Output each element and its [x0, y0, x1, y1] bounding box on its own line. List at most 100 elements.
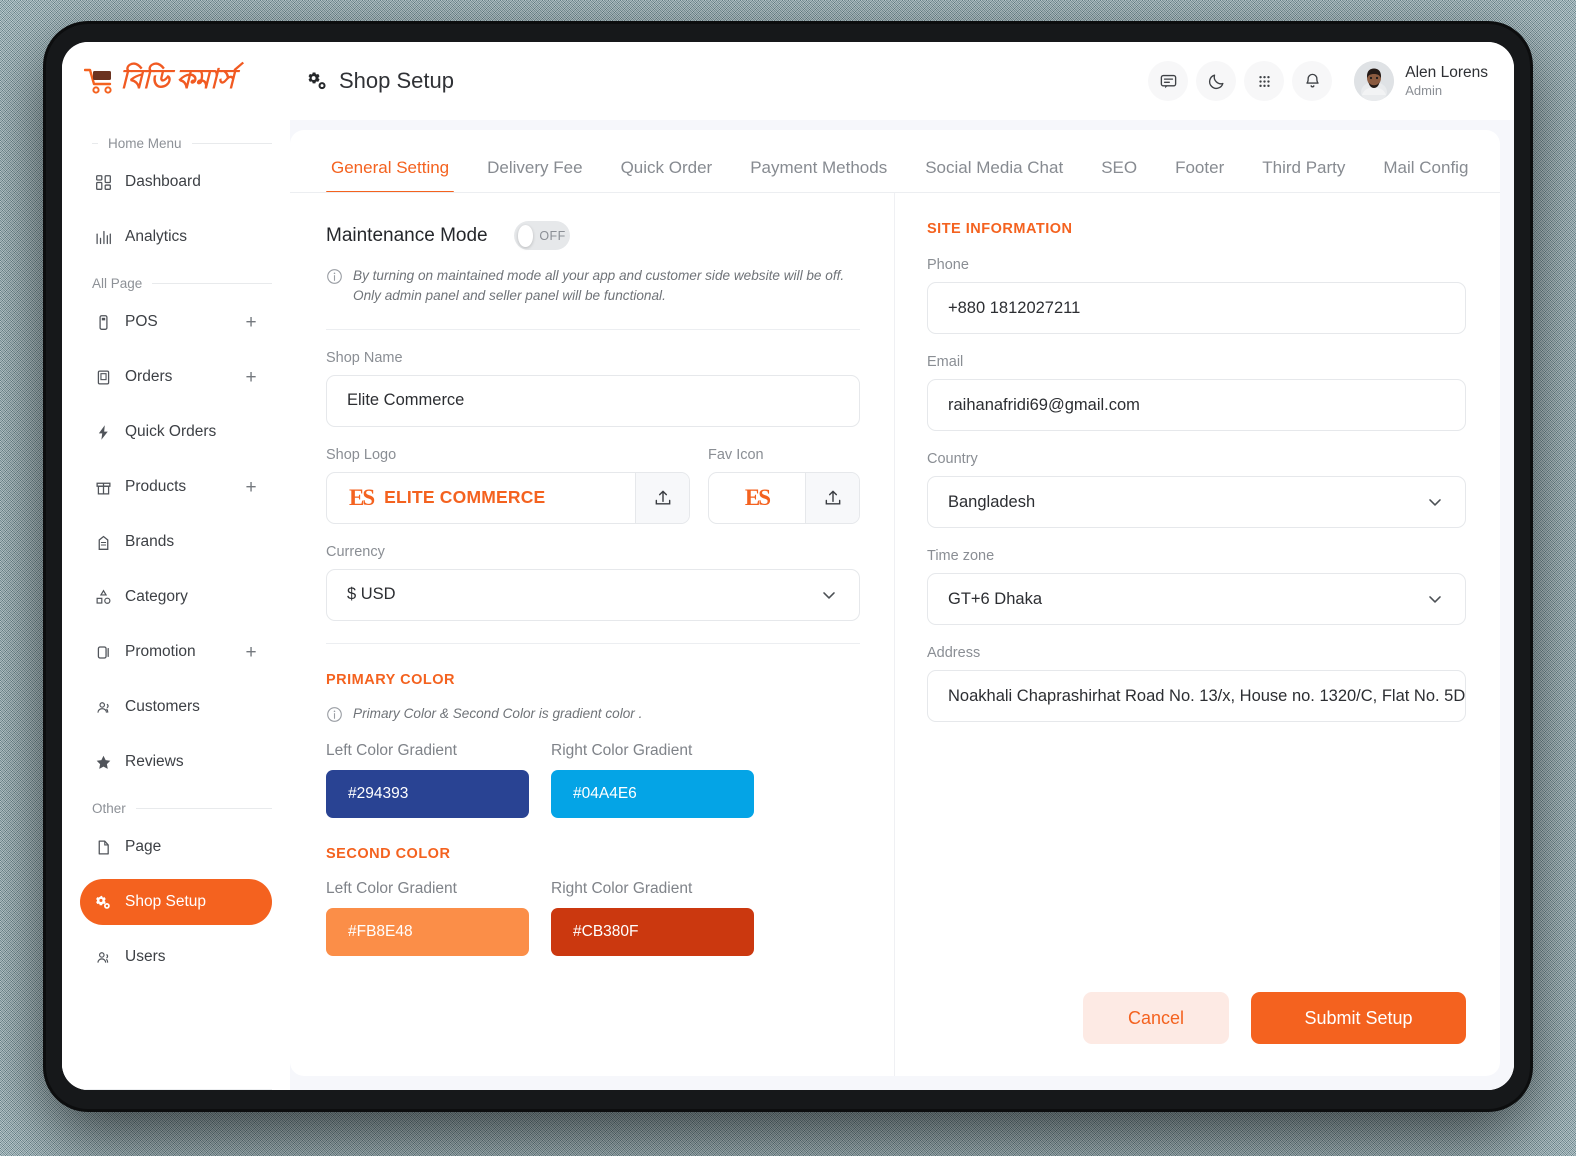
- primary-right-swatch[interactable]: #04A4E6: [551, 770, 754, 819]
- tab-third-party[interactable]: Third Party: [1243, 152, 1364, 192]
- messages-button[interactable]: [1148, 61, 1189, 101]
- sidebar-item-customers[interactable]: Customers: [80, 684, 272, 730]
- tab-footer[interactable]: Footer: [1156, 152, 1243, 192]
- sidebar-expand-toggle[interactable]: +: [244, 313, 258, 332]
- sidebar-item-analytics[interactable]: Analytics: [80, 214, 272, 260]
- address-field: Address Noakhali Chaprashirhat Road No. …: [927, 645, 1466, 722]
- sidebar-item-orders[interactable]: Orders +: [80, 354, 272, 400]
- sidebar-item-shop-setup[interactable]: Shop Setup: [80, 879, 272, 925]
- gears-icon: [308, 72, 326, 90]
- app-window: বিডি কমার্স Shop Setup Alen Lorens Admin…: [62, 42, 1514, 1090]
- chevron-down-icon: [823, 591, 835, 599]
- divider-line: [135, 808, 272, 809]
- sidebar-item-category[interactable]: Category: [80, 574, 272, 620]
- shop-logo-upload-button[interactable]: [635, 472, 689, 523]
- maintenance-mode-toggle[interactable]: OFF: [513, 221, 570, 250]
- timezone-select[interactable]: GT+6 Dhaka: [927, 573, 1466, 625]
- brands-icon: [94, 533, 112, 551]
- sidebar-item-label: Page: [125, 838, 162, 855]
- primary-left-swatch[interactable]: #294393: [326, 770, 529, 819]
- country-select[interactable]: Bangladesh: [927, 476, 1466, 528]
- fav-icon-box: ES: [708, 471, 860, 524]
- sidebar-item-users[interactable]: Users: [80, 934, 272, 980]
- settings-card: General Setting Delivery Fee Quick Order…: [290, 130, 1500, 1076]
- second-left-color: Left Color Gradient #FB8E48: [326, 880, 529, 957]
- sidebar-group-all-page: All Page: [80, 276, 272, 291]
- notifications-button[interactable]: [1292, 61, 1333, 101]
- sidebar-expand-toggle[interactable]: +: [244, 368, 258, 387]
- sidebar-item-promotion[interactable]: Promotion +: [80, 629, 272, 675]
- upload-icon: [825, 490, 840, 505]
- second-left-swatch[interactable]: #FB8E48: [326, 908, 529, 957]
- logo-upload-row: Shop Logo ES ELITE COMMERCE Fav Icon ES: [326, 447, 860, 524]
- sidebar-expand-toggle[interactable]: +: [244, 478, 258, 497]
- sidebar-item-quick-orders[interactable]: Quick Orders: [80, 409, 272, 455]
- pos-icon: [94, 313, 112, 331]
- fav-icon-upload-button[interactable]: [805, 472, 859, 523]
- analytics-icon: [94, 228, 112, 246]
- sidebar-item-reviews[interactable]: Reviews: [80, 739, 272, 785]
- maintenance-mode-label: Maintenance Mode: [326, 224, 488, 246]
- currency-select[interactable]: $ USD: [326, 568, 860, 621]
- submit-setup-button[interactable]: Submit Setup: [1251, 992, 1466, 1044]
- shop-logo-wordmark: ELITE COMMERCE: [384, 487, 546, 508]
- top-bar: বিডি কমার্স Shop Setup Alen Lorens Admin: [62, 42, 1514, 120]
- orders-icon: [94, 368, 112, 386]
- sidebar-item-label: Reviews: [125, 753, 184, 770]
- sidebar-item-label: POS: [125, 313, 158, 330]
- dark-mode-button[interactable]: [1196, 61, 1237, 101]
- user-name: Alen Lorens: [1405, 64, 1488, 82]
- page-title: Shop Setup: [339, 68, 454, 93]
- chevron-down-icon: [1429, 499, 1441, 506]
- settings-tabs: General Setting Delivery Fee Quick Order…: [290, 130, 1500, 193]
- info-icon: [326, 706, 343, 723]
- shop-name-field: Shop Name Elite Commerce: [326, 350, 860, 427]
- gears-icon: [94, 893, 112, 911]
- user-menu[interactable]: Alen Lorens Admin: [1354, 61, 1488, 101]
- second-right-swatch[interactable]: #CB380F: [551, 908, 754, 957]
- shop-name-input[interactable]: Elite Commerce: [326, 374, 860, 427]
- site-information-title: SITE INFORMATION: [927, 221, 1073, 237]
- tab-mail-config[interactable]: Mail Config: [1364, 152, 1487, 192]
- phone-input[interactable]: +880 1812027211: [927, 282, 1466, 334]
- sidebar-expand-toggle[interactable]: +: [244, 643, 258, 662]
- sidebar-item-label: Analytics: [125, 228, 188, 245]
- sidebar-item-label: Category: [125, 588, 188, 605]
- section-divider: [326, 642, 860, 644]
- fav-icon-field: Fav Icon ES: [708, 447, 860, 524]
- maintenance-mode-row: Maintenance Mode OFF: [326, 221, 860, 250]
- phone-field: Phone +880 1812027211: [927, 257, 1466, 334]
- shop-logo-label: Shop Logo: [326, 446, 397, 463]
- apps-button[interactable]: [1244, 61, 1285, 101]
- sidebar-item-brands[interactable]: Brands: [80, 519, 272, 565]
- tab-general-setting[interactable]: General Setting: [312, 152, 468, 192]
- currency-label: Currency: [326, 543, 385, 560]
- shop-name-label: Shop Name: [326, 349, 403, 366]
- tab-payment-methods[interactable]: Payment Methods: [731, 152, 906, 192]
- country-field: Country Bangladesh: [927, 451, 1466, 528]
- right-gradient-label: Right Color Gradient: [551, 880, 693, 898]
- left-gradient-label: Left Color Gradient: [326, 742, 457, 760]
- cancel-button[interactable]: Cancel: [1083, 992, 1229, 1044]
- content-area: General Setting Delivery Fee Quick Order…: [290, 120, 1514, 1090]
- email-input[interactable]: raihanafridi69@gmail.com: [927, 379, 1466, 431]
- bell-icon: [1306, 73, 1319, 87]
- info-icon: [326, 268, 343, 285]
- maintenance-hint: By turning on maintained mode all your a…: [326, 266, 860, 307]
- sidebar-item-dashboard[interactable]: Dashboard: [80, 159, 272, 205]
- tab-seo[interactable]: SEO: [1082, 152, 1156, 192]
- phone-label: Phone: [927, 257, 969, 273]
- chat-bubble-icon: [1160, 74, 1177, 88]
- sidebar-item-label: Shop Setup: [125, 893, 207, 910]
- sidebar-item-products[interactable]: Products +: [80, 464, 272, 510]
- second-color-title: SECOND COLOR: [326, 846, 451, 863]
- tab-social-media-chat[interactable]: Social Media Chat: [906, 152, 1082, 192]
- sidebar-item-pos[interactable]: POS +: [80, 299, 272, 345]
- sidebar-item-page[interactable]: Page: [80, 824, 272, 870]
- address-input[interactable]: Noakhali Chaprashirhat Road No. 13/x, Ho…: [927, 670, 1466, 722]
- app-logo[interactable]: বিডি কমার্স: [84, 59, 235, 104]
- sidebar-item-label: Users: [125, 948, 166, 965]
- shop-logo-preview: ES ELITE COMMERCE: [327, 486, 635, 509]
- tab-quick-order[interactable]: Quick Order: [602, 152, 732, 192]
- tab-delivery-fee[interactable]: Delivery Fee: [468, 152, 601, 192]
